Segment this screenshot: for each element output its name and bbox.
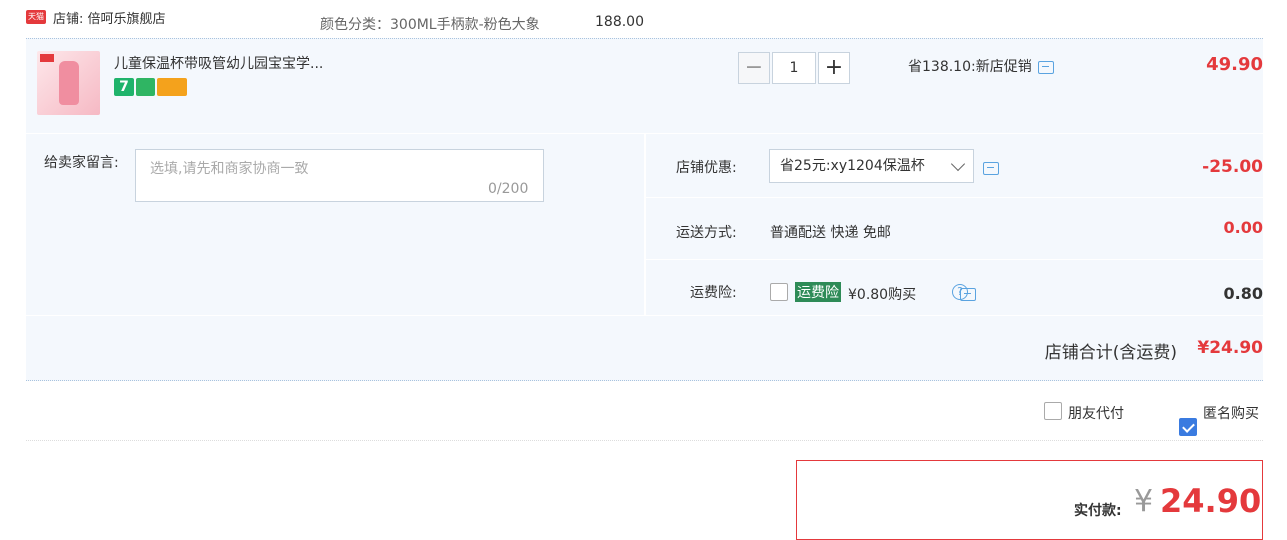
decrease-quantity-button[interactable]: − [738,52,770,84]
seven-day-return-icon: 7 [114,78,134,96]
insurance-tag: 运费险 [795,282,841,302]
divider [26,440,1263,441]
friend-pay-label[interactable]: 朋友代付 [1068,403,1124,423]
credit-card-icon [157,78,187,96]
shop-header: 天猫 店铺: 倍呵乐旗舰店 [26,7,166,27]
unit-price: 188.00 [595,14,644,30]
insurance-checkbox[interactable] [770,283,788,301]
coupon-select[interactable]: 省25元:xy1204保温杯 [769,149,974,183]
item-total: 49.90 [1206,54,1263,75]
coupon-selected: 省25元:xy1204保温杯 [780,158,925,174]
help-icon[interactable]: ? [952,284,968,300]
message-label: 给卖家留言: [44,155,119,171]
insurance-label: 运费险: [690,285,737,301]
payment-label: 实付款: [1074,503,1122,519]
anonymous-checkbox[interactable] [1179,418,1197,436]
coupon-value: -25.00 [1202,157,1263,177]
shipping-method: 普通配送 快递 免邮 [770,225,891,241]
service-badges: 7 [114,78,187,96]
guarantee-icon [136,78,155,96]
payment-amount: 24.90 [1160,482,1262,520]
shop-name[interactable]: 店铺: 倍呵乐旗舰店 [53,8,166,27]
shop-total-label: 店铺合计(含运费) [1044,343,1177,363]
divider [646,197,1263,198]
shipping-label: 运送方式: [676,225,737,241]
chevron-down-icon [950,156,966,172]
promotion-text: 省138.10:新店促销 [908,59,1032,75]
tmall-icon: 天猫 [26,10,46,24]
message-char-count: 0/200 [488,181,529,197]
anonymous-label[interactable]: 匿名购买 [1203,403,1259,423]
insurance-price: ¥0.80购买 [848,287,917,303]
increase-quantity-button[interactable]: + [818,52,850,84]
friend-pay-checkbox[interactable] [1044,402,1062,420]
divider [646,259,1263,260]
currency-symbol: ¥ [1134,484,1154,519]
coupon-label: 店铺优惠: [676,160,737,176]
promotion-info: 省138.10:新店促销 [908,56,1054,76]
item-row: 儿童保温杯带吸管幼儿园宝宝学... 7 [26,38,1263,133]
quantity-input[interactable]: 1 [772,52,816,84]
promo-info-icon[interactable] [1037,60,1054,74]
product-sku: 颜色分类：300ML手柄款-粉色大象 [320,17,540,33]
message-placeholder: 选填,请先和商家协商一致 [150,161,309,177]
product-title[interactable]: 儿童保温杯带吸管幼儿园宝宝学... [114,53,342,73]
shipping-value: 0.00 [1223,218,1263,237]
insurance-value: 0.80 [1223,284,1263,303]
shop-total-value: ¥24.90 [1197,338,1263,358]
coupon-info-icon[interactable] [983,161,999,175]
product-thumbnail[interactable] [37,51,100,115]
quantity-stepper: − 1 + [738,52,850,84]
